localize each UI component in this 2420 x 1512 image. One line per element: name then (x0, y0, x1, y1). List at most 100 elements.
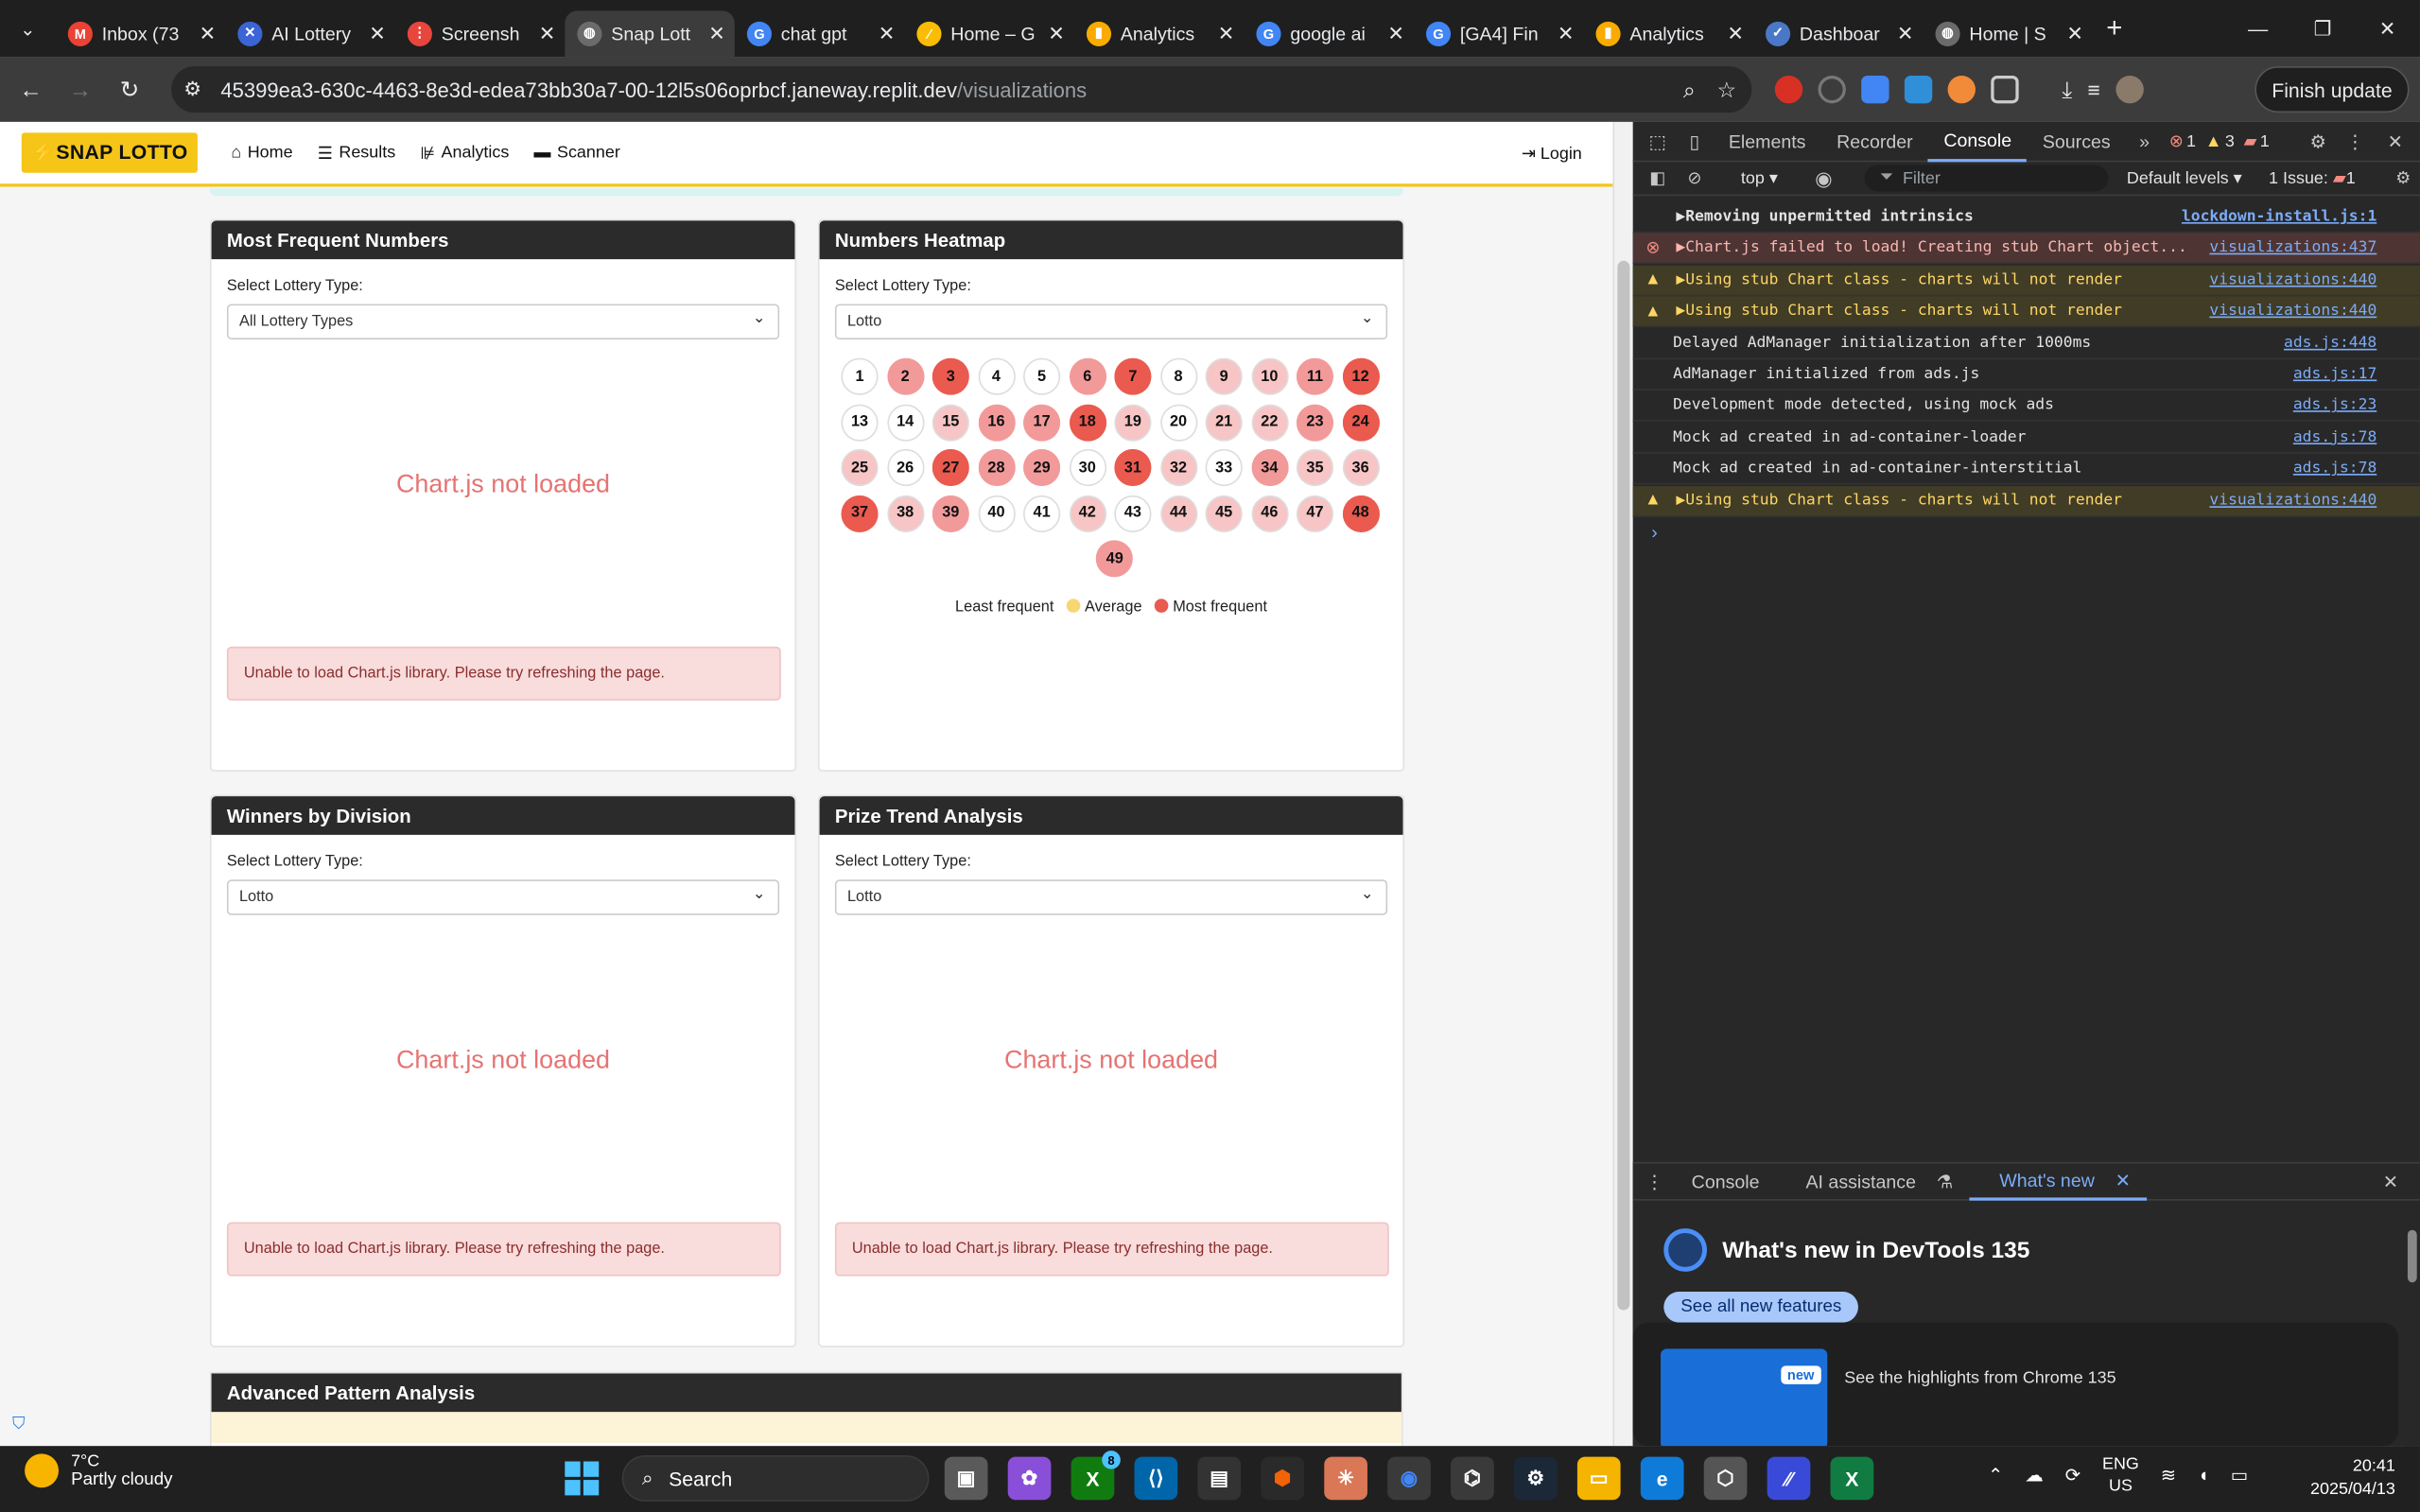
replit-icon[interactable]: ⬢ (1261, 1456, 1305, 1501)
log-levels-select[interactable]: Default levels ▾ (2127, 168, 2242, 189)
console-message[interactable]: Mock ad created in ad-container-intersti… (1632, 454, 2420, 485)
console-prompt[interactable]: › (1651, 522, 1658, 544)
browser-tab[interactable]: G [GA4] Fin ✕ (1414, 10, 1584, 57)
app-blue-icon[interactable]: ∕∕ (1767, 1456, 1811, 1501)
login-link[interactable]: ⇥ Login (1522, 144, 1582, 164)
drawer-tab-console[interactable]: Console (1676, 1171, 1774, 1192)
page-scrollbar[interactable] (1612, 121, 1633, 1447)
chevron-up-icon[interactable]: ⌃ (1988, 1465, 2003, 1486)
console-settings-icon[interactable]: ⚙ (2395, 168, 2411, 189)
browser-tab[interactable]: ⋮ Screensh ✕ (395, 10, 566, 57)
battery-icon[interactable]: ▭ (2231, 1465, 2249, 1486)
tab-search-button[interactable]: ⌄ (0, 18, 56, 40)
translate-icon[interactable] (1861, 75, 1889, 104)
console-filter-input[interactable]: ⏷ Filter (1864, 165, 2109, 192)
drawer-scrollbar[interactable] (2404, 1202, 2420, 1447)
clear-console-icon[interactable]: ⊘ (1676, 168, 1713, 189)
privacy-shield-icon[interactable]: ⛉ (12, 1416, 25, 1435)
weather-widget[interactable]: 7°C Partly cloudy (25, 1452, 173, 1489)
close-tab-icon[interactable]: ✕ (708, 21, 725, 45)
chatgpt-icon[interactable]: ⌬ (1451, 1456, 1494, 1501)
nav-link-home[interactable]: ⌂ Home (231, 143, 292, 163)
close-tab-icon[interactable]: ✕ (539, 21, 556, 45)
highlight-card[interactable]: new See the highlights from Chrome 135 (1632, 1322, 2399, 1450)
console-message[interactable]: ⊗ ▶Chart.js failed to load! Creating stub… (1632, 234, 2420, 265)
app-cube-icon[interactable]: ⬡ (1703, 1456, 1748, 1501)
browser-tab[interactable]: ◍ Home | S ✕ (1923, 10, 2093, 57)
close-tab-icon[interactable]: ✕ (1558, 21, 1575, 45)
extensions-puzzle-icon[interactable] (1991, 75, 2019, 104)
claude-icon[interactable]: ✳ (1324, 1456, 1367, 1501)
vscode-icon[interactable]: ⟨⟩ (1134, 1456, 1178, 1501)
winners-lottery-select[interactable]: Lotto ⌄ (226, 879, 780, 915)
inspect-icon[interactable]: ⬚ (1639, 130, 1676, 152)
see-all-features-button[interactable]: See all new features (1663, 1291, 1859, 1323)
scrollbar-thumb[interactable] (2407, 1229, 2417, 1283)
browser-tab[interactable]: ⁄ Home – G ✕ (904, 10, 1074, 57)
close-tab-icon[interactable]: ✕ (1727, 21, 1744, 45)
source-link[interactable]: visualizations:437 (2209, 240, 2420, 257)
browser-tab[interactable]: ✕ AI Lottery ✕ (225, 10, 395, 57)
task-view-icon[interactable]: ▣ (944, 1456, 988, 1501)
settings-gear-icon[interactable]: ⚙ (2300, 130, 2337, 152)
frequent-lottery-select[interactable]: All Lottery Types ⌄ (226, 304, 780, 340)
copilot-icon[interactable]: ✿ (1007, 1456, 1052, 1501)
forward-icon[interactable]: → (56, 77, 105, 103)
scrollbar-thumb[interactable] (1617, 260, 1630, 1311)
close-drawer-icon[interactable]: ✕ (2367, 1171, 2413, 1192)
close-tab-icon[interactable]: ✕ (2066, 21, 2083, 45)
drawer-tab-whats-new[interactable]: What's new ✕ (1968, 1163, 2147, 1200)
browser-tab[interactable]: ◍ Snap Lott ✕ (565, 9, 735, 57)
browser-tab[interactable]: Gchat gpt ✕ (735, 10, 905, 57)
devtools-tab-recorder[interactable]: Recorder (1821, 121, 1928, 161)
close-tab-icon[interactable]: ✕ (1897, 21, 1914, 45)
issues-link[interactable]: 1 Issue: ▰1 (2269, 168, 2356, 189)
source-link[interactable]: visualizations:440 (2209, 303, 2420, 320)
restore-icon[interactable]: ❐ (2290, 0, 2356, 57)
sidebar-toggle-icon[interactable]: ◧ (1639, 168, 1676, 189)
kebab-menu-icon[interactable]: ⋮ (2337, 130, 2374, 152)
excel-icon[interactable]: X (1830, 1456, 1874, 1501)
expand-arrow-icon[interactable]: ▶ (1676, 303, 1685, 320)
expand-arrow-icon[interactable]: ▶ (1676, 208, 1685, 225)
devtools-tab-console[interactable]: Console (1928, 121, 2028, 162)
more-tabs-icon[interactable]: » (2126, 130, 2163, 152)
close-tab-icon[interactable]: ✕ (879, 21, 896, 45)
input-language[interactable]: ENG US (2102, 1453, 2139, 1497)
bookmark-star-icon[interactable]: ☆ (1716, 77, 1736, 103)
new-tab-button[interactable]: + (2093, 12, 2136, 44)
drawer-menu-icon[interactable]: ⋮ (1633, 1171, 1677, 1192)
console-message[interactable]: ▶Removing unpermitted intrinsics lockdown… (1632, 202, 2420, 234)
extension-circle-icon[interactable] (1818, 75, 1846, 104)
heatmap-lottery-select[interactable]: Lotto ⌄ (834, 304, 1388, 340)
close-devtools-icon[interactable]: ✕ (2376, 130, 2413, 152)
clock[interactable]: 20:41 2025/04/13 (2300, 1455, 2395, 1502)
start-button[interactable] (565, 1461, 600, 1496)
console-message[interactable]: ▲ ▶Using stub Chart class - charts will n… (1632, 485, 2420, 517)
live-expression-eye-icon[interactable]: ◉ (1815, 165, 1833, 190)
console-message[interactable]: Delayed AdManager initialization after 1… (1632, 328, 2420, 359)
prize-lottery-select[interactable]: Lotto ⌄ (834, 879, 1388, 915)
console-message[interactable]: Development mode detected, using mock ad… (1632, 391, 2420, 423)
volume-icon[interactable]: ◖ (2198, 1465, 2209, 1486)
expand-arrow-icon[interactable]: ▶ (1676, 271, 1685, 288)
console-message[interactable]: ▲ ▶Using stub Chart class - charts will n… (1632, 296, 2420, 328)
browser-tab[interactable]: ▮ Analytics ✕ (1074, 10, 1245, 57)
source-link[interactable]: lockdown-install.js:1 (2182, 208, 2420, 225)
browser-tab[interactable]: M Inbox (73 ✕ (56, 10, 226, 57)
device-toggle-icon[interactable]: ▯ (1676, 130, 1713, 152)
zoom-icon[interactable]: ⌕ (1683, 77, 1696, 103)
source-link[interactable]: ads.js:78 (2293, 428, 2420, 445)
nav-link-scanner[interactable]: ▬ Scanner (533, 143, 619, 163)
close-tab-icon[interactable]: ✕ (1218, 21, 1235, 45)
reload-icon[interactable]: ↻ (105, 76, 154, 104)
devtools-tab-elements[interactable]: Elements (1714, 121, 1821, 161)
close-icon[interactable]: ✕ (2355, 0, 2420, 57)
sync-icon[interactable]: ⟳ (2065, 1465, 2081, 1486)
extension-download-icon[interactable] (1904, 75, 1933, 104)
taskbar-search[interactable]: ⌕ Search (621, 1454, 930, 1502)
onedrive-icon[interactable]: ☁ (2025, 1465, 2044, 1486)
browser-tab[interactable]: ✓ Dashboar ✕ (1753, 10, 1924, 57)
expand-arrow-icon[interactable]: ▶ (1676, 492, 1685, 509)
source-link[interactable]: visualizations:440 (2209, 492, 2420, 509)
